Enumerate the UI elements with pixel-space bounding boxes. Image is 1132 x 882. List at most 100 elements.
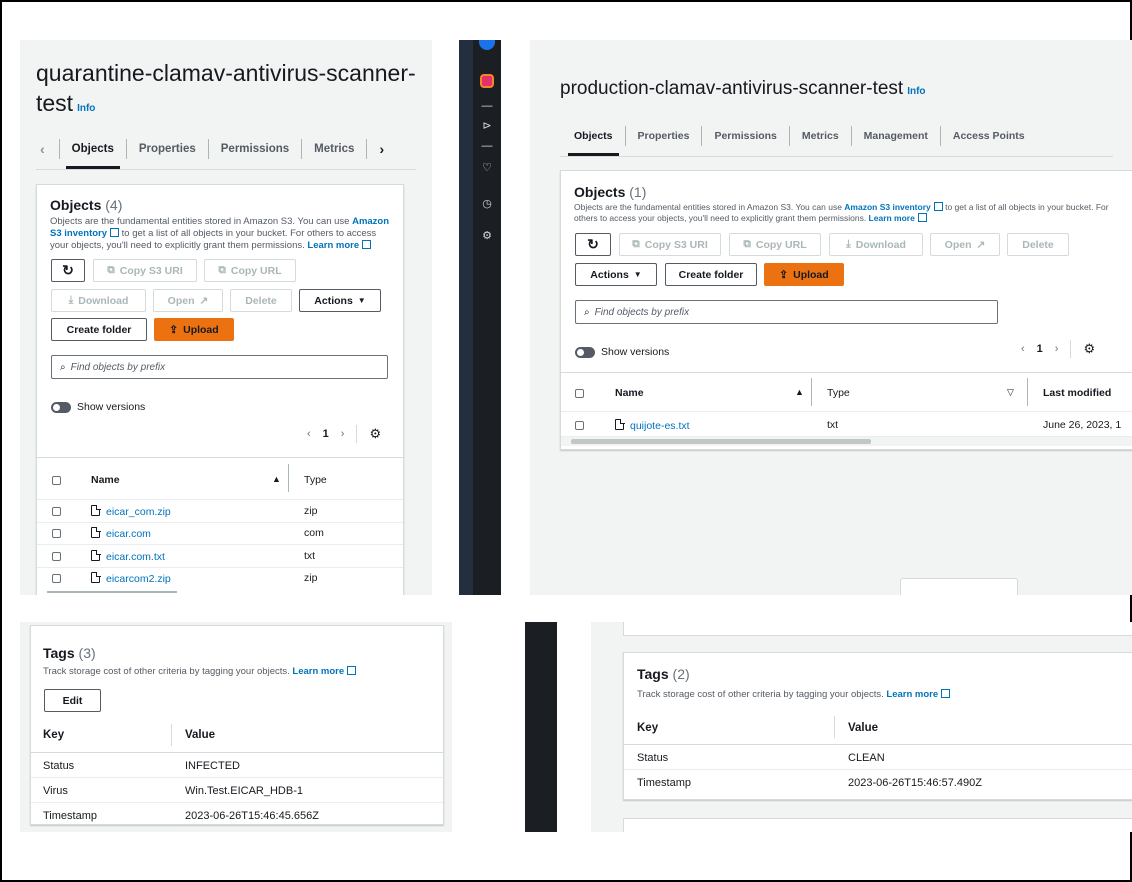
column-header-name[interactable]: Name <box>91 474 120 486</box>
open-button[interactable]: Open ↗ <box>930 233 1000 256</box>
copy-s3-uri-button[interactable]: ⧉ Copy S3 URI <box>619 233 721 256</box>
search-input[interactable]: ⌕ Find objects by prefix <box>51 355 388 379</box>
horizontal-scrollbar[interactable] <box>561 436 1132 446</box>
upload-button[interactable]: ⇪ Upload <box>764 263 844 286</box>
external-link-icon: ↗ <box>199 294 209 307</box>
external-link-icon: ↗ <box>976 238 986 251</box>
row-checkbox[interactable] <box>52 574 61 583</box>
tab-metrics[interactable]: Metrics <box>788 126 851 146</box>
tag-value: INFECTED <box>185 760 240 772</box>
select-all-checkbox[interactable] <box>52 476 61 485</box>
settings-gear-icon[interactable]: ⚙ <box>369 426 381 442</box>
object-name-link[interactable]: eicar.com <box>91 526 151 540</box>
horizontal-scrollbar[interactable] <box>47 591 177 593</box>
clock-icon[interactable]: ◷ <box>480 198 494 210</box>
upload-button[interactable]: ⇪ Upload <box>154 318 234 341</box>
download-button[interactable]: ⤓ Download <box>829 233 923 256</box>
copy-url-button[interactable]: ⧉ Copy URL <box>729 233 821 256</box>
open-button[interactable]: Open ↗ <box>153 289 223 312</box>
tags-header: Tags (3) <box>43 645 96 661</box>
info-link[interactable]: Info <box>77 103 95 114</box>
tab-properties[interactable]: Properties <box>125 139 208 159</box>
delete-button[interactable]: Delete <box>1007 233 1069 256</box>
tab-scroll-left-icon[interactable]: ‹ <box>40 141 59 157</box>
next-page-icon[interactable]: › <box>341 428 345 440</box>
sort-ascending-icon[interactable]: ▲ <box>795 387 804 397</box>
actions-dropdown[interactable]: Actions ▼ <box>299 289 381 312</box>
object-type: zip <box>304 572 318 584</box>
settings-gear-icon[interactable]: ⚙ <box>480 230 494 242</box>
row-divider <box>37 544 403 545</box>
tab-metrics[interactable]: Metrics <box>301 139 366 159</box>
download-button[interactable]: ⤓ Download <box>51 289 146 312</box>
column-header-value: Value <box>185 729 216 741</box>
column-header-type[interactable]: Type <box>827 387 850 399</box>
prev-page-icon[interactable]: ‹ <box>1021 343 1025 355</box>
refresh-button[interactable]: ↻ <box>575 233 611 256</box>
column-divider <box>811 378 812 406</box>
tab-permissions[interactable]: Permissions <box>701 126 788 146</box>
page-number[interactable]: 1 <box>1037 343 1043 355</box>
page-number[interactable]: 1 <box>323 428 329 440</box>
row-checkbox[interactable] <box>52 529 61 538</box>
learn-more-link[interactable]: Learn more <box>869 213 915 223</box>
tab-properties[interactable]: Properties <box>624 126 702 146</box>
object-name-link[interactable]: eicar.com.txt <box>91 549 165 563</box>
select-all-checkbox[interactable] <box>575 389 584 398</box>
column-header-last-modified[interactable]: Last modified <box>1043 387 1111 399</box>
row-checkbox[interactable] <box>575 421 584 430</box>
tab-objects[interactable]: Objects <box>58 139 126 169</box>
create-folder-button[interactable]: Create folder <box>51 318 147 341</box>
column-header-key: Key <box>43 729 65 741</box>
toggle-switch[interactable] <box>51 401 71 413</box>
delete-button[interactable]: Delete <box>230 289 292 312</box>
floating-toolbar[interactable] <box>900 578 1018 595</box>
show-versions-toggle[interactable]: Show versions <box>575 346 669 358</box>
tags-card: Tags (2) Track storage cost of other cri… <box>623 652 1132 800</box>
row-checkbox[interactable] <box>52 507 61 516</box>
learn-more-link[interactable]: Learn more <box>886 689 938 700</box>
info-link[interactable]: Info <box>907 86 925 97</box>
object-name-link[interactable]: eicar_com.zip <box>91 504 171 518</box>
column-divider <box>1027 378 1028 406</box>
column-header-type[interactable]: Type <box>304 474 327 486</box>
copy-s3-uri-button[interactable]: ⧉ Copy S3 URI <box>93 259 197 282</box>
create-folder-button[interactable]: Create folder <box>665 263 757 286</box>
object-name-link[interactable]: eicarcom2.zip <box>91 571 171 585</box>
object-type: txt <box>827 419 839 431</box>
objects-title: Objects <box>574 184 626 200</box>
play-icon[interactable]: ⊳ <box>480 120 494 132</box>
learn-more-link[interactable]: Learn more <box>307 240 359 251</box>
sort-ascending-icon[interactable]: ▲ <box>272 474 281 484</box>
sort-descending-icon[interactable]: ▽ <box>1007 387 1014 398</box>
heart-icon[interactable]: ♡ <box>480 162 494 174</box>
settings-gear-icon[interactable]: ⚙ <box>1083 341 1095 357</box>
object-name-link[interactable]: quijote-es.txt <box>615 418 690 432</box>
bucket-title: quarantine-clamav-antivirus-scanner- tes… <box>36 58 416 124</box>
prev-page-icon[interactable]: ‹ <box>307 428 311 440</box>
bucket-tabs: Objects Properties Permissions Metrics M… <box>562 126 1037 156</box>
row-checkbox[interactable] <box>52 552 61 561</box>
instagram-icon[interactable] <box>480 74 494 88</box>
column-header-name[interactable]: Name <box>615 387 644 399</box>
toggle-switch[interactable] <box>575 346 595 358</box>
tab-permissions[interactable]: Permissions <box>207 139 301 159</box>
tab-scroll-right-icon[interactable]: › <box>366 139 396 159</box>
browser-logo-icon[interactable] <box>479 40 495 50</box>
row-divider <box>31 777 443 778</box>
refresh-button[interactable]: ↻ <box>51 259 85 282</box>
edit-button[interactable]: Edit <box>44 689 101 712</box>
objects-header: Objects (4) <box>50 197 122 213</box>
search-input[interactable]: ⌕ Find objects by prefix <box>575 300 998 324</box>
next-page-icon[interactable]: › <box>1055 343 1059 355</box>
show-versions-toggle[interactable]: Show versions <box>51 401 145 413</box>
learn-more-link[interactable]: Learn more <box>292 666 344 677</box>
actions-dropdown[interactable]: Actions ▼ <box>575 263 657 286</box>
tab-access-points[interactable]: Access Points <box>939 126 1037 146</box>
inventory-link[interactable]: Amazon S3 inventory <box>844 202 930 212</box>
tags-description: Track storage cost of other criteria by … <box>43 666 357 678</box>
tab-objects[interactable]: Objects <box>562 126 625 156</box>
tab-management[interactable]: Management <box>850 126 940 146</box>
tag-key: Virus <box>43 785 68 797</box>
copy-url-button[interactable]: ⧉ Copy URL <box>204 259 296 282</box>
